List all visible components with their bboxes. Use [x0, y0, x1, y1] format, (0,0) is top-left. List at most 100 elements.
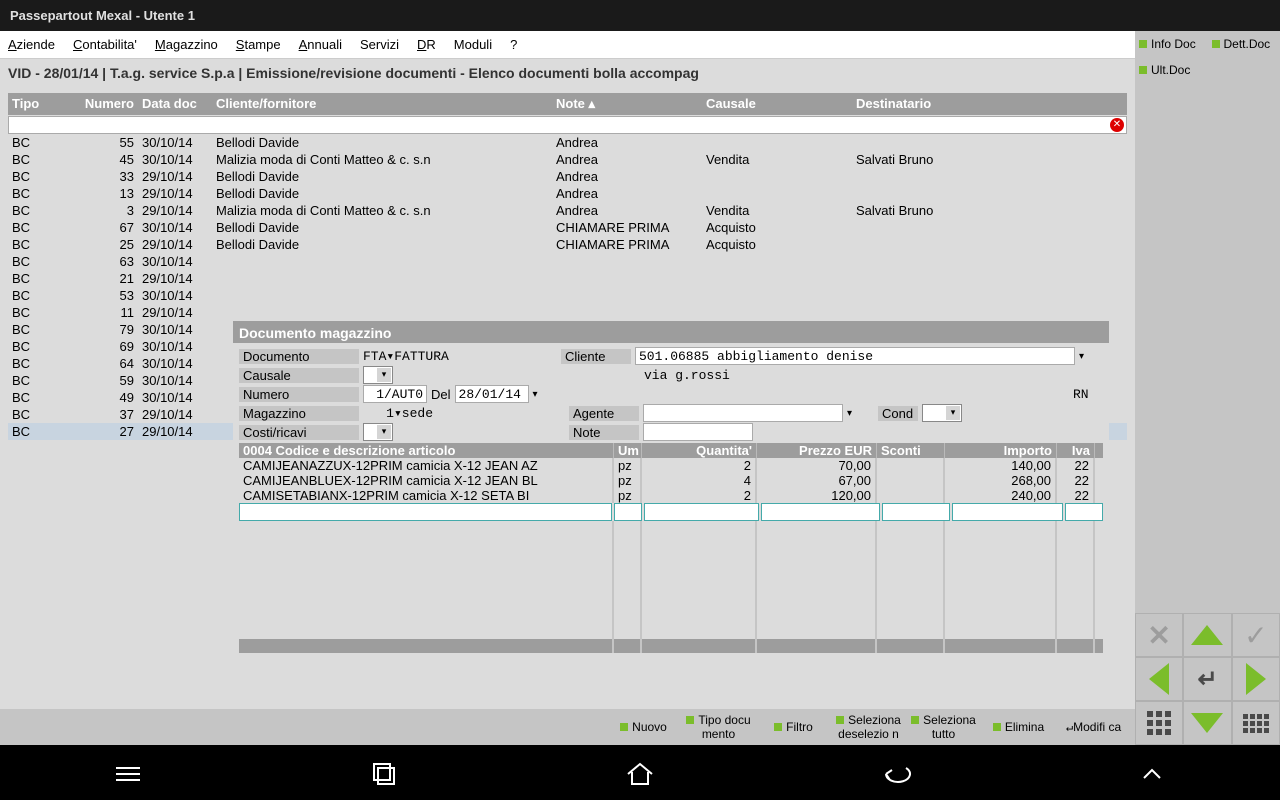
- confirm-button[interactable]: ✓: [1232, 613, 1280, 657]
- x-icon: ✕: [1147, 619, 1170, 652]
- table-row[interactable]: BC3329/10/14Bellodi DavideAndrea: [8, 168, 1127, 185]
- keyboard-button[interactable]: [1232, 701, 1280, 745]
- table-row[interactable]: BC5330/10/14: [8, 287, 1127, 304]
- rail-info-doc[interactable]: Info Doc: [1135, 31, 1208, 57]
- gh-imp: Importo: [945, 443, 1057, 458]
- title-bar: Passepartout Mexal - Utente 1: [0, 0, 1280, 31]
- gh-sc: Sconti: [877, 443, 945, 458]
- label-costi: Costi/ricavi: [239, 425, 359, 440]
- arrow-right-icon: [1246, 663, 1266, 695]
- label-numero: Numero: [239, 387, 359, 402]
- col-tipo[interactable]: Tipo: [8, 95, 68, 113]
- agente-dropdown-icon[interactable]: ▾: [847, 408, 852, 419]
- breadcrumb: VID - 28/01/14 | T.a.g. service S.p.a | …: [0, 59, 1135, 87]
- numero-input[interactable]: [363, 385, 427, 403]
- label-del: Del: [431, 387, 451, 402]
- action-elimina[interactable]: Elimina: [981, 718, 1056, 736]
- dots-icon: [1147, 711, 1171, 735]
- col-numero[interactable]: Numero: [68, 95, 138, 113]
- table-header: Tipo Numero Data doc Cliente/fornitore N…: [8, 93, 1127, 115]
- nav-menu[interactable]: [112, 758, 144, 795]
- table-row[interactable]: BC1129/10/14: [8, 304, 1127, 321]
- table-row[interactable]: BC4530/10/14Malizia moda di Conti Matteo…: [8, 151, 1127, 168]
- menu-magazzino[interactable]: Magazzino: [155, 37, 218, 52]
- right-rail: Info Doc Dett.Doc Ult.Doc ✕ ✓ ↵: [1135, 31, 1280, 745]
- menu-annuali[interactable]: Annuali: [299, 37, 342, 52]
- arrow-down-icon: [1191, 713, 1223, 733]
- note-input[interactable]: [643, 423, 753, 441]
- action-nuovo[interactable]: Nuovo: [606, 718, 681, 736]
- action-filtro[interactable]: Filtro: [756, 718, 831, 736]
- gh-iva: Iva: [1057, 443, 1095, 458]
- label-magazzino: Magazzino: [239, 406, 359, 421]
- keyboard-icon: [1243, 714, 1269, 733]
- dropdown-icon[interactable]: ▾: [1079, 351, 1089, 362]
- menu-moduli[interactable]: Moduli: [454, 37, 492, 52]
- menu-servizi[interactable]: Servizi: [360, 37, 399, 52]
- cancel-button[interactable]: ✕: [1135, 613, 1183, 657]
- action-seleziona-tutto[interactable]: Seleziona tutto: [906, 711, 981, 743]
- popup-title: Documento magazzino: [233, 323, 1109, 343]
- col-data[interactable]: Data doc: [138, 95, 212, 113]
- menu-contabilita'[interactable]: Contabilita': [73, 37, 137, 52]
- grid-row[interactable]: CAMISETABIANX-12PRIM camicia X-12 SETA B…: [239, 488, 1103, 503]
- grid-button[interactable]: [1135, 701, 1183, 745]
- enter-icon: ↵: [1197, 665, 1217, 694]
- menu-aziende[interactable]: Aziende: [8, 37, 55, 52]
- magazzino-value[interactable]: 1▾sede: [363, 406, 433, 421]
- menu-dr[interactable]: DR: [417, 37, 436, 52]
- down-button[interactable]: [1183, 701, 1231, 745]
- grid-row[interactable]: CAMIJEANBLUEX-12PRIM camicia X-12 JEAN B…: [239, 473, 1103, 488]
- label-note: Note: [569, 425, 639, 440]
- grid-header: 0004 Codice e descrizione articolo Um Qu…: [239, 443, 1103, 458]
- arrow-left-icon: [1149, 663, 1169, 695]
- label-causale: Causale: [239, 368, 359, 383]
- nav-expand[interactable]: [1136, 758, 1168, 795]
- table-row[interactable]: BC6730/10/14Bellodi DavideCHIAMARE PRIMA…: [8, 219, 1127, 236]
- menu-stampe[interactable]: Stampe: [236, 37, 281, 52]
- table-row[interactable]: BC2529/10/14Bellodi DavideCHIAMARE PRIMA…: [8, 236, 1127, 253]
- left-button[interactable]: [1135, 657, 1183, 701]
- right-button[interactable]: [1232, 657, 1280, 701]
- col-causale[interactable]: Causale: [702, 95, 852, 113]
- grid-new-row[interactable]: [239, 503, 1103, 521]
- cliente-prov: RN: [1073, 387, 1103, 402]
- filter-input[interactable]: ✕: [8, 116, 1127, 134]
- clear-filter-icon[interactable]: ✕: [1110, 118, 1124, 132]
- android-nav-bar: [0, 752, 1280, 800]
- col-note[interactable]: Note ▴: [552, 95, 702, 113]
- del-input[interactable]: [455, 385, 529, 403]
- agente-input[interactable]: [643, 404, 843, 422]
- table-row[interactable]: BC6330/10/14: [8, 253, 1127, 270]
- menu-?[interactable]: ?: [510, 37, 517, 52]
- label-agente: Agente: [569, 406, 639, 421]
- cliente-via: via g.rossi: [644, 368, 944, 383]
- table-row[interactable]: BC1329/10/14Bellodi DavideAndrea: [8, 185, 1127, 202]
- rail-ult-doc[interactable]: Ult.Doc: [1135, 57, 1280, 83]
- nav-home[interactable]: [624, 758, 656, 795]
- grid-row[interactable]: CAMIJEANAZZUX-12PRIM camicia X-12 JEAN A…: [239, 458, 1103, 473]
- table-row[interactable]: BC5530/10/14Bellodi DavideAndrea: [8, 134, 1127, 151]
- costi-select[interactable]: ▾: [363, 423, 393, 441]
- nav-recent[interactable]: [368, 758, 400, 795]
- gh-qta: Quantita': [642, 443, 757, 458]
- col-cliente[interactable]: Cliente/fornitore: [212, 95, 552, 113]
- documento-value[interactable]: FTA▾FATTURA: [363, 349, 473, 364]
- rail-dett-doc[interactable]: Dett.Doc: [1208, 31, 1280, 57]
- action-tipo-documento[interactable]: Tipo docu mento: [681, 711, 756, 743]
- label-cliente: Cliente: [561, 349, 631, 364]
- table-row[interactable]: BC2129/10/14: [8, 270, 1127, 287]
- date-dropdown-icon[interactable]: ▾: [533, 389, 538, 400]
- causale-select[interactable]: ▾: [363, 366, 393, 384]
- action-seleziona-deseleziona[interactable]: Seleziona deselezio n: [831, 711, 906, 743]
- gh-code: 0004 Codice e descrizione articolo: [239, 443, 614, 458]
- up-button[interactable]: [1183, 613, 1231, 657]
- cond-select[interactable]: ▾: [922, 404, 962, 422]
- action-modifica[interactable]: ↵Modifi ca: [1056, 718, 1131, 736]
- col-destinatario[interactable]: Destinatario: [852, 95, 1032, 113]
- enter-button[interactable]: ↵: [1183, 657, 1231, 701]
- cliente-input[interactable]: [635, 347, 1075, 365]
- nav-back[interactable]: [880, 758, 912, 795]
- table-row[interactable]: BC329/10/14Malizia moda di Conti Matteo …: [8, 202, 1127, 219]
- gh-um: Um: [614, 443, 642, 458]
